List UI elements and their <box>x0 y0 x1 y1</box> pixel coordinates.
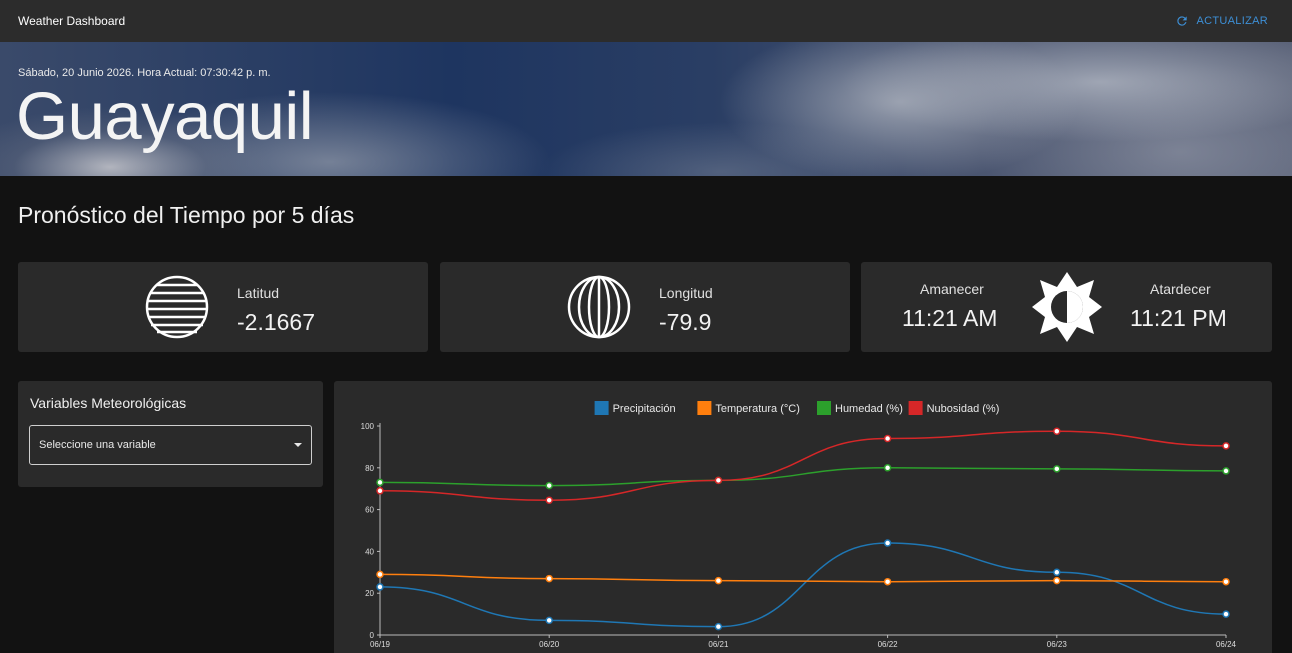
data-point <box>1222 467 1230 475</box>
app-title: Weather Dashboard <box>18 14 126 28</box>
legend-label: Humedad (%) <box>835 403 903 415</box>
sun-times-card: Amanecer 11:21 AM Atardecer 11:21 PM <box>861 262 1272 352</box>
chevron-down-icon <box>294 443 302 447</box>
data-point <box>883 577 892 586</box>
page-title: Pronóstico del Tiempo por 5 días <box>18 202 355 228</box>
y-tick-label: 40 <box>365 547 374 556</box>
data-point <box>714 576 723 585</box>
data-point <box>545 481 553 490</box>
data-point <box>376 570 384 579</box>
data-point <box>376 583 384 591</box>
legend-swatch <box>697 401 712 415</box>
data-point <box>883 434 892 443</box>
x-tick-label: 06/21 <box>708 640 729 649</box>
latitude-globe-icon <box>145 275 209 339</box>
data-point <box>1222 577 1230 586</box>
data-point <box>1222 442 1230 450</box>
y-tick-label: 60 <box>365 506 374 515</box>
data-point <box>376 487 384 495</box>
x-tick-label: 06/19 <box>370 640 391 649</box>
data-point <box>883 539 892 547</box>
latitude-label: Latitud <box>237 285 280 301</box>
hero-banner: Sábado, 20 Junio 2026. Hora Actual: 07:3… <box>0 42 1292 176</box>
longitude-value: -79.9 <box>659 309 712 335</box>
data-point <box>376 478 384 487</box>
data-point <box>545 574 553 583</box>
series-line <box>379 542 1227 628</box>
legend-swatch <box>908 401 923 415</box>
data-point <box>883 464 892 472</box>
legend-swatch <box>594 401 609 415</box>
data-point <box>1222 610 1230 618</box>
variables-panel: Variables Meteorológicas Seleccione una … <box>18 381 323 487</box>
forecast-chart: 0 20 40 60 80 100 06/19 06/20 06/21 06/22 06/23 06/… <box>361 401 1237 649</box>
data-point <box>714 622 723 631</box>
legend-label: Nubosidad (%) <box>927 403 1000 415</box>
longitude-card: Longitud -79.9 <box>440 262 850 352</box>
data-point <box>714 476 723 485</box>
data-point <box>1053 568 1061 577</box>
longitude-label: Longitud <box>659 285 713 301</box>
city-name: Guayaquil <box>16 79 314 154</box>
sun-icon <box>1032 272 1102 342</box>
refresh-button[interactable]: ACTUALIZAR <box>1175 14 1268 28</box>
data-point <box>545 616 553 625</box>
latitude-card: Latitud -2.1667 <box>18 262 428 352</box>
data-point <box>1053 576 1061 585</box>
variable-select-placeholder: Seleccione una variable <box>39 439 156 451</box>
x-tick-label: 06/22 <box>878 640 899 649</box>
variable-select[interactable]: Seleccione una variable <box>29 425 312 465</box>
sunset-value: 11:21 PM <box>1130 305 1227 331</box>
x-tick-label: 06/23 <box>1047 640 1068 649</box>
refresh-icon <box>1176 16 1187 26</box>
y-tick-label: 20 <box>365 589 374 598</box>
legend-swatch <box>817 401 831 415</box>
refresh-label: ACTUALIZAR <box>1196 15 1268 27</box>
y-tick-label: 0 <box>370 631 375 640</box>
series-line <box>379 573 1227 583</box>
sunrise-value: 11:21 AM <box>902 305 998 331</box>
forecast-chart-card: 0 20 40 60 80 100 06/19 06/20 06/21 06/22 06/23 06/… <box>334 381 1272 653</box>
app-bar: Weather Dashboard ACTUALIZAR <box>0 0 1292 42</box>
y-tick-label: 100 <box>361 422 375 431</box>
data-point <box>1053 465 1061 473</box>
sunset-label: Atardecer <box>1150 281 1211 297</box>
legend-label: Precipitación <box>613 403 676 415</box>
x-tick-label: 06/20 <box>539 640 560 649</box>
data-point <box>545 496 553 504</box>
latitude-value: -2.1667 <box>237 309 316 335</box>
y-tick-label: 80 <box>365 464 374 473</box>
series-line <box>379 467 1227 487</box>
sunrise-label: Amanecer <box>920 281 984 297</box>
data-point <box>1053 427 1061 435</box>
series-line <box>379 430 1227 501</box>
x-tick-label: 06/24 <box>1216 640 1237 649</box>
longitude-globe-icon <box>567 275 631 339</box>
variables-title: Variables Meteorológicas <box>30 395 187 411</box>
legend-label: Temperatura (°C) <box>715 403 799 415</box>
